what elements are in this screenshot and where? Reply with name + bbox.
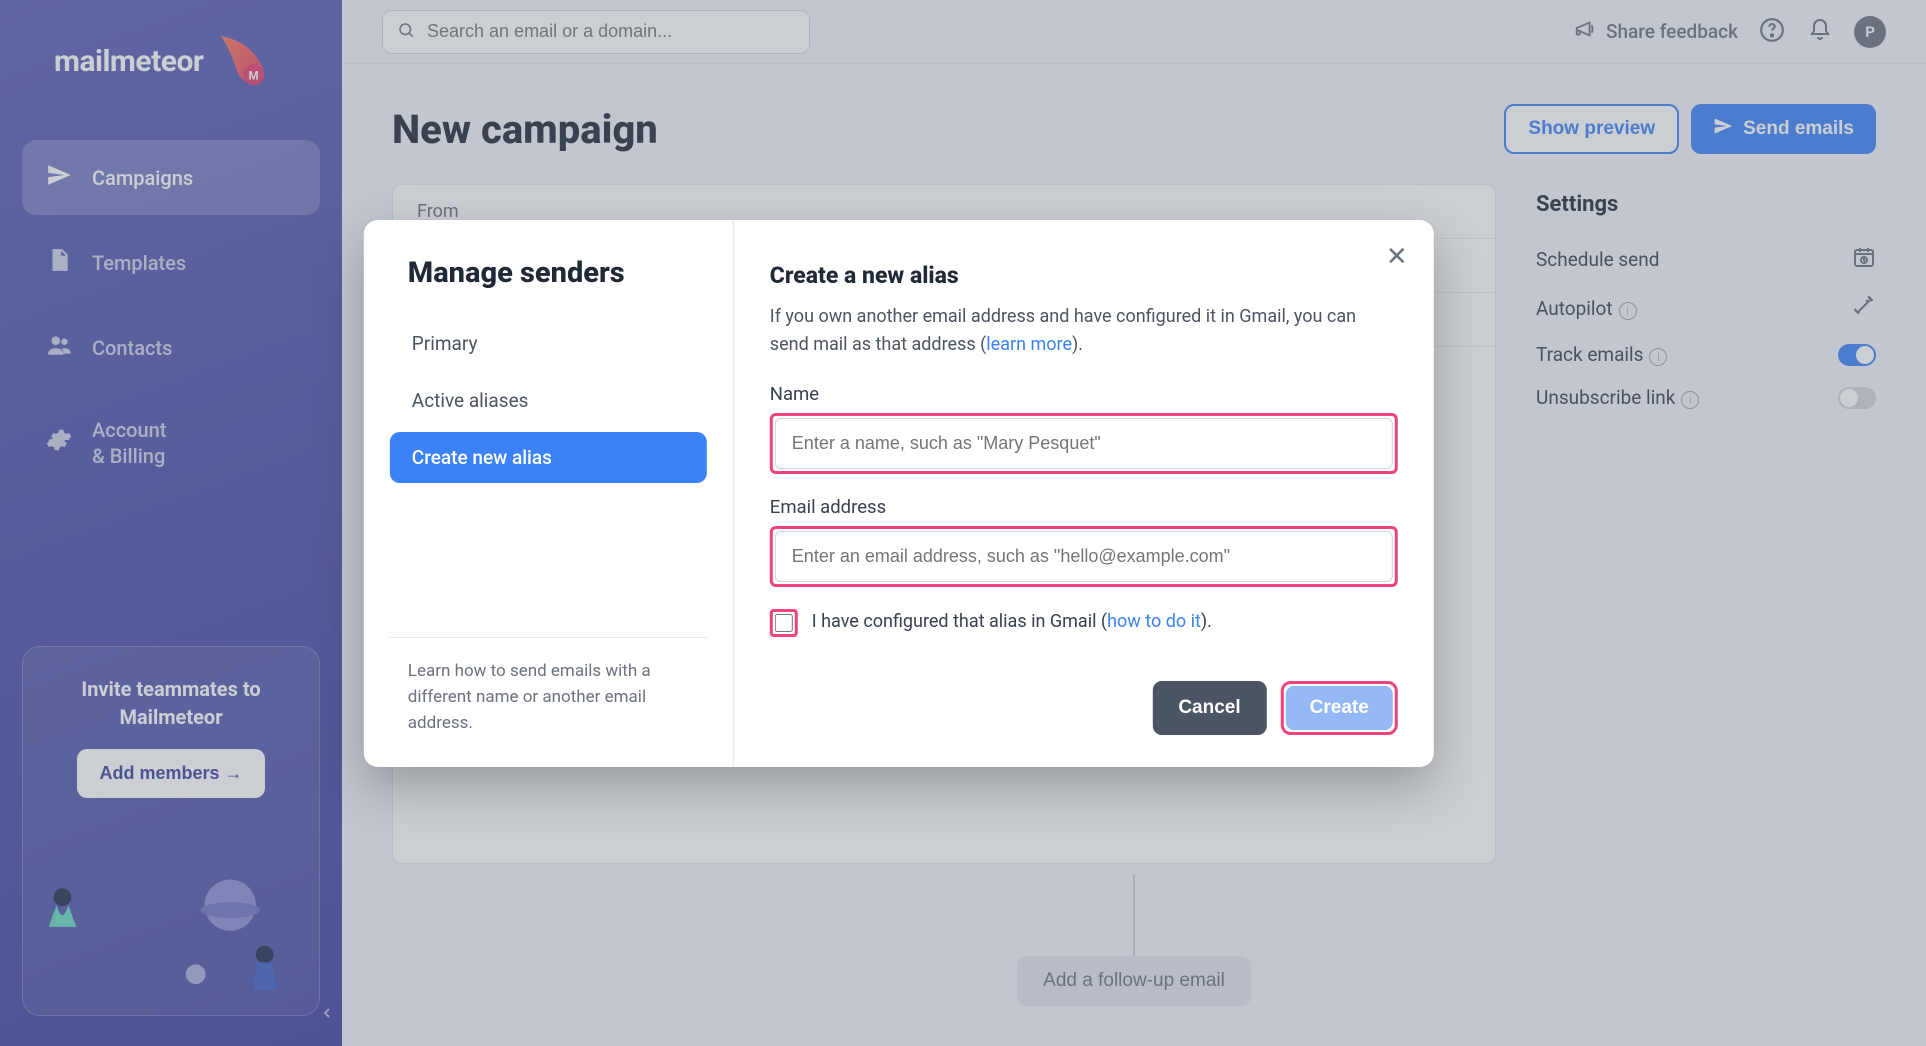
tab-create-alias[interactable]: Create new alias bbox=[390, 432, 707, 483]
configured-checkbox[interactable] bbox=[775, 614, 793, 632]
checkbox-highlight bbox=[770, 609, 798, 637]
email-input-highlight bbox=[770, 526, 1398, 587]
name-input-highlight bbox=[770, 413, 1398, 474]
manage-senders-modal: Manage senders Primary Active aliases Cr… bbox=[364, 220, 1434, 767]
tab-active-aliases[interactable]: Active aliases bbox=[390, 375, 707, 426]
create-button[interactable]: Create bbox=[1286, 686, 1393, 730]
modal-section-title: Create a new alias bbox=[770, 262, 1398, 289]
close-button[interactable]: ✕ bbox=[1382, 242, 1412, 272]
learn-more-link[interactable]: learn more bbox=[986, 334, 1072, 355]
modal-help-text: Learn how to send emails with a differen… bbox=[390, 637, 707, 737]
alias-email-input[interactable] bbox=[775, 531, 1393, 582]
modal-sidebar: Manage senders Primary Active aliases Cr… bbox=[364, 220, 734, 767]
tab-primary[interactable]: Primary bbox=[390, 318, 707, 369]
checkbox-label: I have configured that alias in Gmail (h… bbox=[812, 611, 1212, 632]
alias-name-input[interactable] bbox=[775, 418, 1393, 469]
how-to-link[interactable]: how to do it bbox=[1107, 611, 1201, 632]
cancel-button[interactable]: Cancel bbox=[1152, 681, 1266, 735]
create-button-highlight: Create bbox=[1281, 681, 1398, 735]
modal-description: If you own another email address and hav… bbox=[770, 303, 1398, 359]
name-label: Name bbox=[770, 383, 1398, 405]
close-icon: ✕ bbox=[1386, 242, 1408, 272]
modal-content: ✕ Create a new alias If you own another … bbox=[734, 220, 1434, 767]
email-label: Email address bbox=[770, 496, 1398, 518]
modal-title: Manage senders bbox=[390, 256, 707, 290]
configured-checkbox-row: I have configured that alias in Gmail (h… bbox=[770, 609, 1398, 637]
